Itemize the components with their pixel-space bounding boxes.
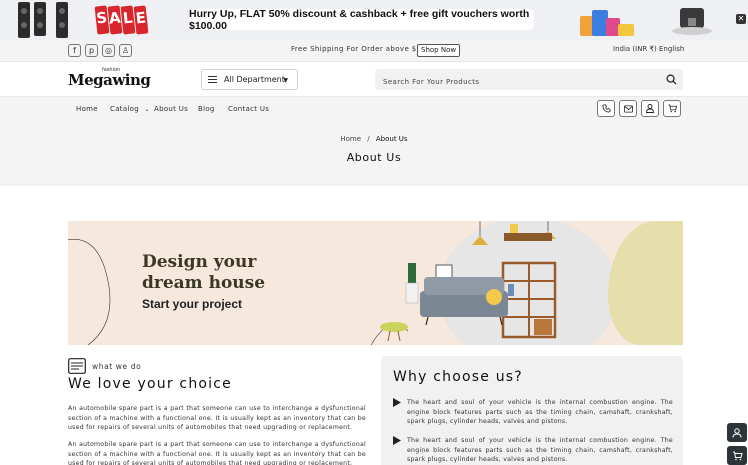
why-point-text: The heart and soul of your vehicle is th…: [407, 437, 673, 463]
logo-text: Megawing: [68, 71, 151, 89]
breadcrumb: Home / About Us: [0, 135, 748, 143]
section-kicker: what we do: [92, 362, 142, 371]
speaker-image: [18, 2, 30, 38]
book-icon: [68, 358, 86, 374]
mail-icon[interactable]: [619, 100, 637, 117]
snapchat-icon[interactable]: ♙: [119, 44, 132, 57]
breadcrumb-current: About Us: [375, 135, 408, 143]
hero-tagline: Start your project: [142, 297, 243, 311]
nav-home[interactable]: Home: [76, 105, 98, 113]
user-icon: [732, 427, 742, 438]
speaker-image: [34, 2, 46, 36]
chevron-down-icon: ▼: [283, 77, 288, 84]
top-bar: f p ◎ ♙ Free Shipping For Order above $2…: [0, 40, 748, 62]
why-choose-card: Why choose us? The heart and soul of you…: [381, 356, 683, 465]
why-title: Why choose us?: [393, 369, 523, 385]
coffee-machine-image: [672, 8, 712, 35]
search-bar: [375, 69, 683, 93]
cart-float-button[interactable]: [727, 446, 747, 465]
why-point: The heart and soul of your vehicle is th…: [393, 398, 673, 427]
cart-icon[interactable]: [663, 100, 681, 117]
about-paragraph: An automobile spare part is a part that …: [68, 441, 366, 465]
shopping-bags-image: [578, 4, 638, 36]
logo-subtext: fashion: [102, 67, 121, 73]
account-float-button[interactable]: [727, 423, 747, 442]
breadcrumb-separator: /: [367, 135, 370, 143]
close-icon[interactable]: ✕: [736, 14, 746, 24]
breadcrumb-home[interactable]: Home: [340, 135, 361, 143]
page-header: Home / About Us About Us: [0, 120, 748, 186]
promo-banner[interactable]: S A L E Hurry Up, FLAT 50% discount & ca…: [0, 0, 748, 40]
hero-banner: Design your dream house Start your proje…: [68, 221, 683, 345]
facebook-icon[interactable]: f: [68, 44, 81, 57]
language-selector[interactable]: English: [659, 45, 684, 53]
header-actions: [597, 100, 681, 117]
about-paragraph: An automobile spare part is a part that …: [68, 405, 366, 431]
play-arrow-icon: [393, 436, 401, 445]
nav-blog[interactable]: Blog: [198, 105, 215, 113]
pinterest-icon[interactable]: p: [85, 44, 98, 57]
nav-catalog-label: Catalog: [110, 105, 139, 113]
hero-headline-line: dream house: [142, 273, 266, 293]
nav-about[interactable]: About Us: [154, 105, 188, 113]
social-links: f p ◎ ♙: [68, 44, 132, 57]
department-dropdown[interactable]: All Department ▼: [201, 69, 298, 90]
nav-contact[interactable]: Contact Us: [228, 105, 269, 113]
promo-message: Hurry Up, FLAT 50% discount & cashback +…: [189, 8, 534, 32]
hero-headline-line: Design your: [142, 252, 257, 272]
section-heading: We love your choice: [68, 376, 232, 392]
phone-icon[interactable]: [597, 100, 615, 117]
nav-catalog[interactable]: Catalog ⌄: [110, 105, 150, 113]
hero-headline: Design your dream house: [142, 252, 265, 294]
user-icon[interactable]: [641, 100, 659, 117]
department-label: All Department: [224, 75, 285, 84]
menu-icon: [208, 74, 217, 85]
shop-now-button[interactable]: Shop Now: [417, 44, 461, 57]
chevron-down-icon: ⌄: [144, 106, 150, 113]
main-nav: Home Catalog ⌄ About Us Blog Contact Us: [0, 96, 748, 120]
instagram-icon[interactable]: ◎: [102, 44, 115, 57]
page-title: About Us: [346, 151, 402, 164]
currency-selector[interactable]: India (INR ₹): [613, 45, 657, 53]
search-input[interactable]: [375, 71, 645, 93]
why-point-text: The heart and soul of your vehicle is th…: [407, 399, 673, 425]
site-logo[interactable]: Megawing fashion: [68, 67, 151, 92]
play-arrow-icon: [393, 398, 401, 407]
speaker-image: [56, 2, 68, 38]
cart-icon: [732, 451, 743, 460]
why-point: The heart and soul of your vehicle is th…: [393, 436, 673, 465]
sale-letter: E: [133, 5, 149, 35]
sale-sign: S A L E: [94, 5, 149, 35]
search-icon[interactable]: [666, 74, 677, 85]
